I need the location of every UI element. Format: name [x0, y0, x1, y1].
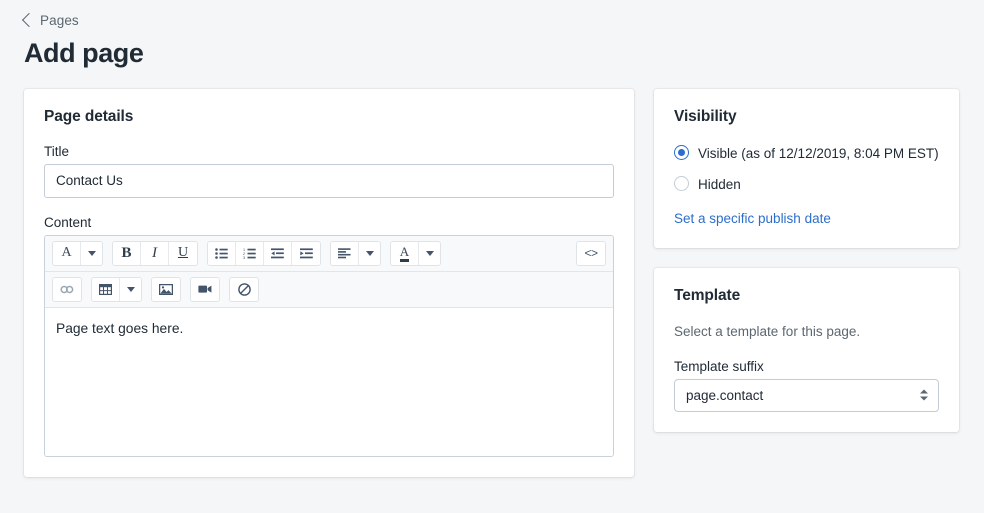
editor-toolbar-row-1: A B I U 1 2 3 A <>	[45, 235, 613, 272]
caret-down-icon	[126, 286, 135, 292]
clear-formatting-button[interactable]	[230, 277, 258, 301]
underline-icon: U	[177, 245, 189, 261]
letter-a-icon: A	[61, 245, 72, 261]
chain-link-icon	[60, 285, 74, 293]
visibility-title: Visibility	[674, 107, 737, 125]
template-title: Template	[674, 287, 741, 304]
indent-button[interactable]	[292, 241, 320, 265]
template-suffix-value: page.contact	[686, 387, 764, 403]
code-view-button[interactable]: <>	[577, 241, 605, 265]
text-color-icon: A	[399, 245, 410, 262]
list-indent-group: 1 2 3	[207, 240, 321, 266]
visibility-option-visible-label: Visible (as of 12/12/2019, 8:04 PM EST)	[698, 145, 939, 161]
inline-style-group: B I U	[112, 240, 198, 266]
page-title: Add page	[24, 38, 144, 68]
outdent-icon	[271, 248, 284, 258]
rich-text-editor: A B I U 1 2 3 A <> Page text goes here.	[44, 234, 614, 457]
italic-button[interactable]: I	[141, 241, 169, 265]
table-options-caret[interactable]	[120, 277, 141, 301]
insert-video-button[interactable]	[191, 277, 219, 301]
caret-down-icon	[365, 250, 374, 256]
main-column: Page details Title Content A	[24, 88, 634, 477]
visibility-card: Visibility Visible (as of 12/12/2019, 8:…	[654, 88, 959, 248]
caret-down-icon	[425, 250, 434, 256]
numbered-list-icon: 1 2 3	[243, 248, 256, 259]
indent-icon	[299, 248, 313, 258]
template-suffix-select-wrap: page.contact	[674, 378, 939, 412]
align-group	[330, 240, 381, 266]
page-details-title: Page details	[44, 107, 134, 125]
insert-image-group	[151, 276, 181, 302]
text-color-caret[interactable]	[419, 241, 440, 265]
visibility-option-visible[interactable]: Visible (as of 12/12/2019, 8:04 PM EST)	[674, 144, 939, 163]
radio-unselected-icon[interactable]	[674, 175, 689, 191]
format-style-button[interactable]: A	[53, 241, 81, 265]
chevron-left-icon	[21, 12, 37, 28]
insert-link-button[interactable]	[53, 277, 81, 301]
editor-content-area[interactable]: Page text goes here.	[45, 307, 613, 456]
code-view-group: <>	[576, 240, 606, 266]
insert-table-button[interactable]	[92, 277, 120, 301]
svg-text:3: 3	[243, 256, 245, 259]
align-left-icon	[338, 247, 351, 258]
bulleted-list-button[interactable]	[208, 241, 236, 265]
code-brackets-icon: <>	[584, 246, 598, 261]
title-input[interactable]	[44, 163, 614, 198]
breadcrumb[interactable]: Pages	[21, 12, 79, 28]
breadcrumb-label: Pages	[40, 12, 79, 28]
clear-formatting-group	[229, 276, 259, 302]
content-label: Content	[44, 214, 92, 230]
visibility-option-hidden[interactable]: Hidden	[674, 175, 939, 194]
visibility-option-hidden-label: Hidden	[698, 176, 741, 192]
text-color-button[interactable]: A	[391, 241, 419, 265]
table-icon	[99, 283, 112, 295]
bold-button[interactable]: B	[113, 241, 141, 265]
bulleted-list-icon	[215, 247, 228, 259]
template-suffix-select[interactable]: page.contact	[674, 378, 939, 412]
template-help-text: Select a template for this page.	[674, 324, 861, 339]
numbered-list-button[interactable]: 1 2 3	[236, 241, 264, 265]
video-camera-icon	[198, 285, 212, 293]
page-layout: Page details Title Content A	[0, 69, 984, 477]
insert-link-group	[52, 276, 82, 302]
text-color-group: A	[390, 240, 441, 266]
align-caret[interactable]	[359, 241, 380, 265]
image-icon	[159, 283, 173, 295]
set-publish-date-link[interactable]: Set a specific publish date	[674, 211, 831, 226]
title-field-block: Title	[44, 144, 614, 198]
format-group: A	[52, 240, 103, 266]
table-group	[91, 276, 142, 302]
bold-icon: B	[121, 244, 132, 261]
page-details-card: Page details Title Content A	[24, 88, 634, 477]
template-suffix-label: Template suffix	[674, 358, 764, 374]
side-column: Visibility Visible (as of 12/12/2019, 8:…	[654, 88, 959, 432]
align-button[interactable]	[331, 241, 359, 265]
content-field-block: Content A B I U 1 2 3 A <> Page text goe…	[44, 215, 614, 457]
no-entry-icon	[237, 282, 251, 296]
radio-selected-icon[interactable]	[674, 144, 689, 160]
outdent-button[interactable]	[264, 241, 292, 265]
template-card: Template Select a template for this page…	[654, 268, 959, 432]
title-label: Title	[44, 143, 70, 159]
editor-toolbar-row-2	[45, 271, 613, 308]
caret-down-icon	[87, 250, 96, 256]
italic-icon: I	[152, 244, 157, 261]
format-style-caret[interactable]	[81, 241, 102, 265]
underline-button[interactable]: U	[169, 241, 197, 265]
insert-image-button[interactable]	[152, 277, 180, 301]
insert-video-group	[190, 276, 220, 302]
page-header: Pages Add page	[0, 0, 984, 69]
